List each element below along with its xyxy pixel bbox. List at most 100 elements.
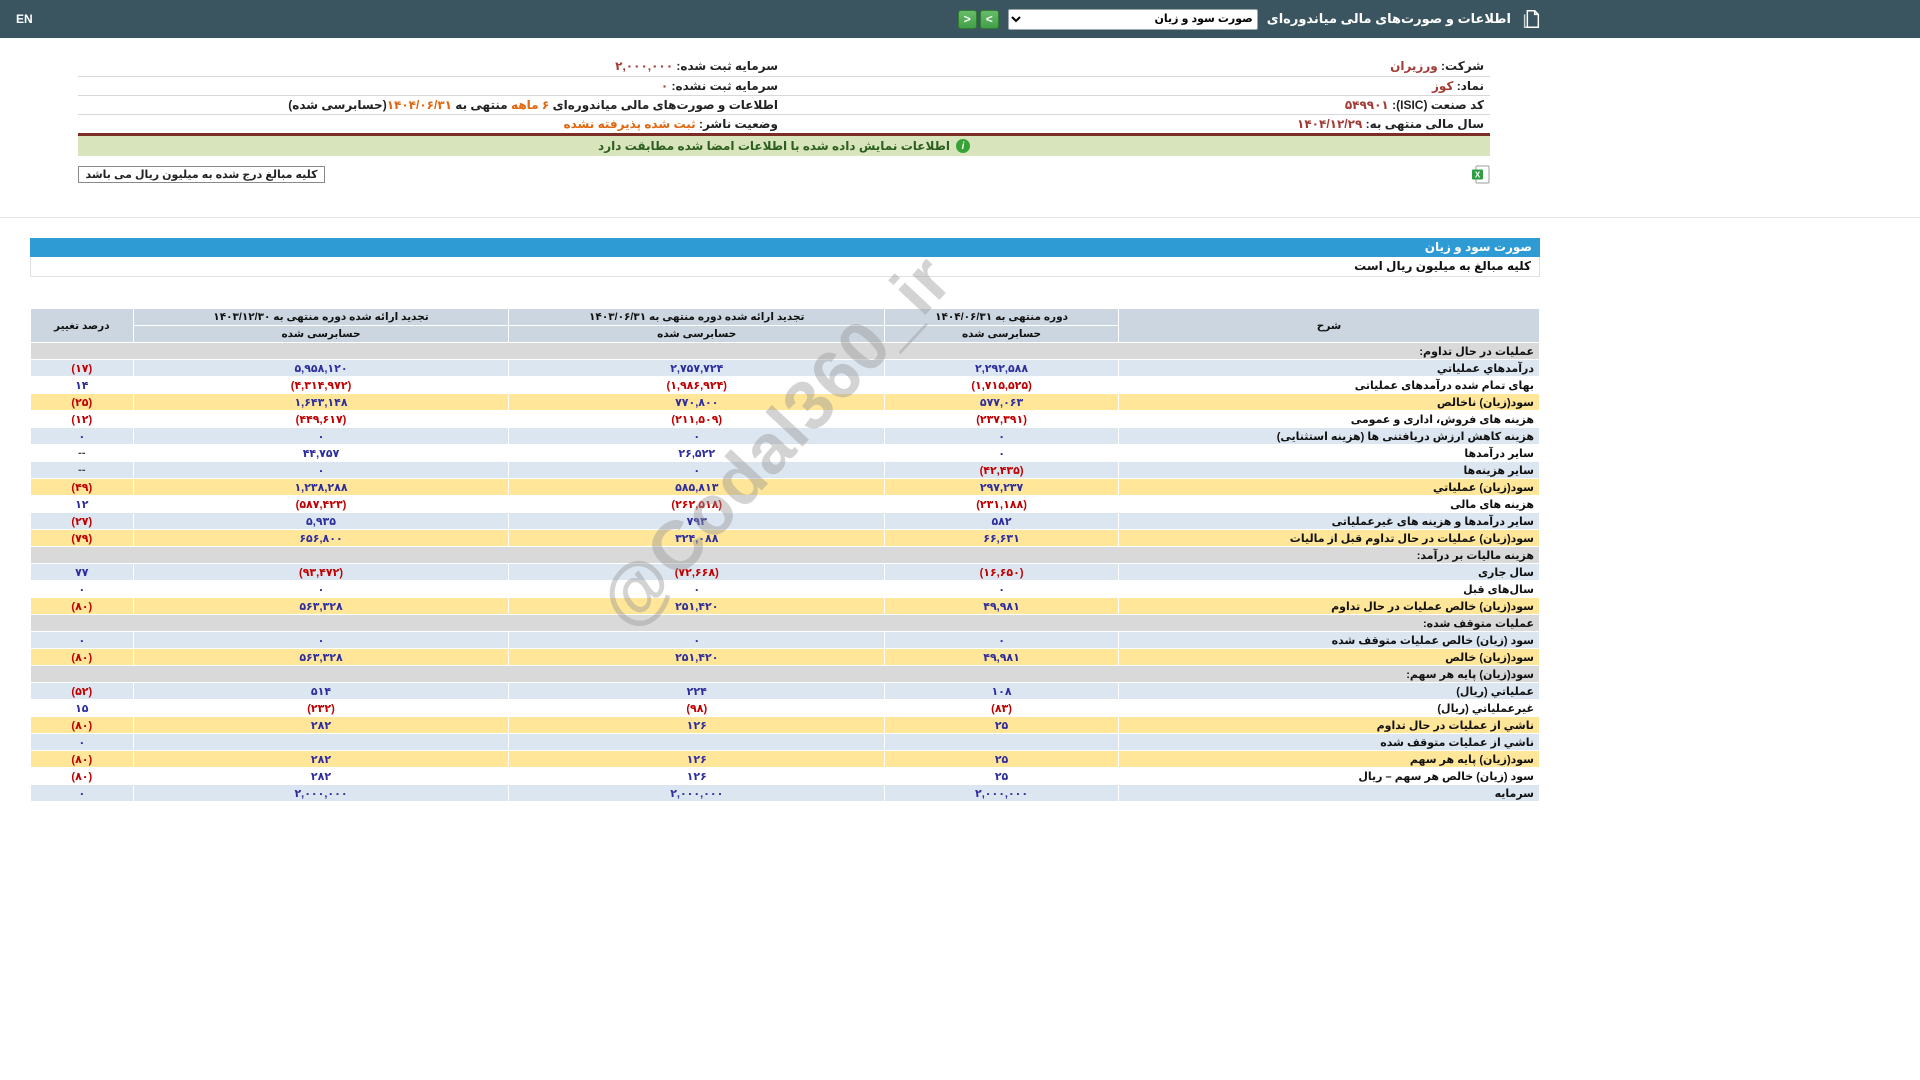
- percent-change-cell: (۲۷): [30, 512, 134, 530]
- value-cell: ۲۹۷,۲۳۷: [884, 478, 1119, 496]
- value-cell: [132, 733, 510, 751]
- table-row: سود(زیان) خالص عملیات در حال تداوم ۴۹,۹۸۱…: [30, 597, 1540, 615]
- value-cell: ۱,۶۴۳,۱۴۸: [132, 393, 510, 411]
- value-cell: ۲,۷۵۷,۷۲۴: [508, 359, 886, 377]
- value-cell: ۲,۰۰۰,۰۰۰: [508, 784, 886, 802]
- unregistered-capital-value: ۰: [660, 78, 669, 93]
- percent-change-cell: ۱۲: [30, 495, 134, 513]
- table-row: سال‌های قبل ۰ ۰ ۰ ۰: [30, 580, 1540, 598]
- value-cell: (۲۳۱,۱۸۸): [884, 495, 1119, 513]
- section-header: عملیات متوقف شده:: [30, 614, 1540, 632]
- symbol-field: نماد: کوز: [784, 76, 1490, 96]
- row-description: سود (زیان) خالص هر سهم – ریال: [1118, 767, 1540, 785]
- table-row: سود(زیان) عملیاتي ۲۹۷,۲۳۷ ۵۸۵,۸۱۳ ۱,۲۳۸,۲۸۸…: [30, 478, 1540, 496]
- table-row: سایر درآمدها و هزینه های غیرعملیاتی ۵۸۲ ۷۹…: [30, 512, 1540, 530]
- value-cell: ۱۲۶: [508, 716, 886, 734]
- period-text: اطلاعات و صورت‌های مالی میاندوره‌ای: [549, 97, 778, 112]
- nav-back-button[interactable]: <: [957, 9, 977, 29]
- value-cell: ۲۲۴: [508, 682, 886, 700]
- value-cell: (۴۲,۴۳۵): [884, 461, 1119, 479]
- value-cell: (۲۱۱,۵۰۹): [508, 410, 886, 428]
- value-cell: (۲۶۲,۵۱۸): [508, 495, 886, 513]
- value-cell: ۰: [132, 631, 510, 649]
- row-description: غیرعملیاتي (ریال): [1118, 699, 1540, 717]
- table-row: سایر درآمدها ۰ ۲۶,۵۲۲ ۴۴,۷۵۷ --: [30, 444, 1540, 462]
- row-description: سود(زیان) ناخالص: [1118, 393, 1540, 411]
- value-cell: ۰: [884, 580, 1119, 598]
- value-cell: ۲۵: [884, 767, 1119, 785]
- statement-section: صورت سود و زیان کلیه مبالغ به میلیون ریا…: [30, 238, 1540, 802]
- section-header-row: عملیات در حال تداوم:: [30, 342, 1540, 360]
- en-language-link[interactable]: EN: [16, 12, 33, 26]
- value-cell: ۵۸۵,۸۱۳: [508, 478, 886, 496]
- value-cell: ۴۹,۹۸۱: [884, 597, 1119, 615]
- percent-change-cell: ۰: [30, 427, 134, 445]
- value-cell: ۰: [508, 580, 886, 598]
- isic-label: کد صنعت (ISIC):: [1392, 97, 1484, 112]
- value-cell: ۷۹۳: [508, 512, 886, 530]
- value-cell: ۲۸۲: [132, 716, 510, 734]
- table-row: ناشي از عملیات متوقف شده ۰: [30, 733, 1540, 751]
- value-cell: (۹۳,۴۷۲): [132, 563, 510, 581]
- value-cell: ۴۴,۷۵۷: [132, 444, 510, 462]
- row-description: سود(زیان) عملیات در حال تداوم قبل از مال…: [1118, 529, 1540, 547]
- value-cell: ۲۵: [884, 750, 1119, 768]
- topbar-right-group: اطلاعات و صورت‌های مالی میاندوره‌ای صورت…: [957, 8, 1542, 30]
- value-cell: [508, 733, 886, 751]
- company-value: ورزیران: [1390, 59, 1438, 74]
- col-header-period-current: دوره منتهی به ۱۴۰۴/۰۶/۳۱: [884, 308, 1119, 326]
- statement-table-holder: @Codal360_ir شرح دوره منتهی به ۱۴۰۴/۰۶/۳…: [30, 240, 1540, 802]
- section-header: سود(زیان) پایه هر سهم:: [30, 665, 1540, 683]
- period-length: ۶ ماهه: [511, 97, 550, 112]
- value-cell: ۵۶۳,۳۲۸: [132, 648, 510, 666]
- table-row: هزینه های مالی (۲۳۱,۱۸۸) (۲۶۲,۵۱۸) (۵۸۷,۴۲۳…: [30, 495, 1540, 513]
- value-cell: ۱۲۶: [508, 750, 886, 768]
- table-row: هزینه کاهش ارزش دریافتنی ها (هزینه استثن…: [30, 427, 1540, 445]
- company-info-section: شرکت: ورزیران سرمایه ثبت شده: ۲,۰۰۰,۰۰۰ …: [78, 57, 1490, 184]
- row-description: ناشي از عملیات متوقف شده: [1118, 733, 1540, 751]
- unregistered-capital-label: سرمایه ثبت نشده:: [671, 78, 779, 93]
- value-cell: ۰: [132, 461, 510, 479]
- row-description: هزینه های مالی: [1118, 495, 1540, 513]
- row-description: سود (زیان) خالص عملیات متوقف شده: [1118, 631, 1540, 649]
- amounts-row: X کلیه مبالغ درج شده به میلیون ریال می ب…: [78, 165, 1490, 184]
- percent-change-cell: (۸۰): [30, 750, 134, 768]
- percent-change-cell: --: [30, 444, 134, 462]
- value-cell: ۵,۹۵۸,۱۲۰: [132, 359, 510, 377]
- excel-export-icon[interactable]: X: [1471, 165, 1490, 184]
- row-description: سود(زیان) پایه هر سهم: [1118, 750, 1540, 768]
- value-cell: ۲۸۲: [132, 767, 510, 785]
- value-cell: ۲۵۱,۴۲۰: [508, 597, 886, 615]
- col-header-period-prior: تجدید ارائه شده دوره منتهی به ۱۴۰۳/۰۶/۳۱: [508, 308, 886, 326]
- percent-change-cell: ۱۴: [30, 376, 134, 394]
- company-label: شرکت:: [1441, 59, 1484, 74]
- row-description: سرمایه: [1118, 784, 1540, 802]
- isic-value: ۵۴۹۹۰۱: [1344, 97, 1389, 112]
- row-description: بهای تمام شده درآمدهای عملیاتی: [1118, 376, 1540, 394]
- unregistered-capital-field: سرمایه ثبت نشده: ۰: [78, 76, 784, 96]
- value-cell: ۱,۲۳۸,۲۸۸: [132, 478, 510, 496]
- percent-change-cell: (۸۰): [30, 716, 134, 734]
- period-audited: (حسابرسی شده): [288, 97, 387, 112]
- percent-change-cell: ۱۵: [30, 699, 134, 717]
- value-cell: ۵,۹۳۵: [132, 512, 510, 530]
- percent-change-cell: (۸۰): [30, 767, 134, 785]
- period-field: اطلاعات و صورت‌های مالی میاندوره‌ای ۶ ما…: [78, 95, 784, 115]
- value-cell: ۲۵۱,۴۲۰: [508, 648, 886, 666]
- value-cell: ۳۲۴,۰۸۸: [508, 529, 886, 547]
- value-cell: ۵۶۳,۳۲۸: [132, 597, 510, 615]
- value-cell: ۶۶,۶۳۱: [884, 529, 1119, 547]
- percent-change-cell: (۱۷): [30, 359, 134, 377]
- table-row: سود(زیان) ناخالص ۵۷۷,۰۶۳ ۷۷۰,۸۰۰ ۱,۶۴۳,۱۴۸(…: [30, 393, 1540, 411]
- statement-select[interactable]: صورت سود و زیان: [1007, 8, 1258, 30]
- section-header: هزینه مالیات بر درآمد:: [30, 546, 1540, 564]
- nav-forward-button[interactable]: >: [979, 9, 999, 29]
- row-description: سود(زیان) خالص: [1118, 648, 1540, 666]
- table-row: سود (زیان) خالص عملیات متوقف شده ۰ ۰ ۰ ۰: [30, 631, 1540, 649]
- value-cell: (۹۸): [508, 699, 886, 717]
- row-description: سال جاری: [1118, 563, 1540, 581]
- percent-change-cell: (۲۵): [30, 393, 134, 411]
- value-cell: ۲۵: [884, 716, 1119, 734]
- pl-table-body: عملیات در حال تداوم: درآمدهاي عملياتي ۲,۲۹…: [30, 342, 1540, 802]
- table-row: غیرعملیاتي (ریال) (۸۳) (۹۸) (۲۳۲) ۱۵: [30, 699, 1540, 717]
